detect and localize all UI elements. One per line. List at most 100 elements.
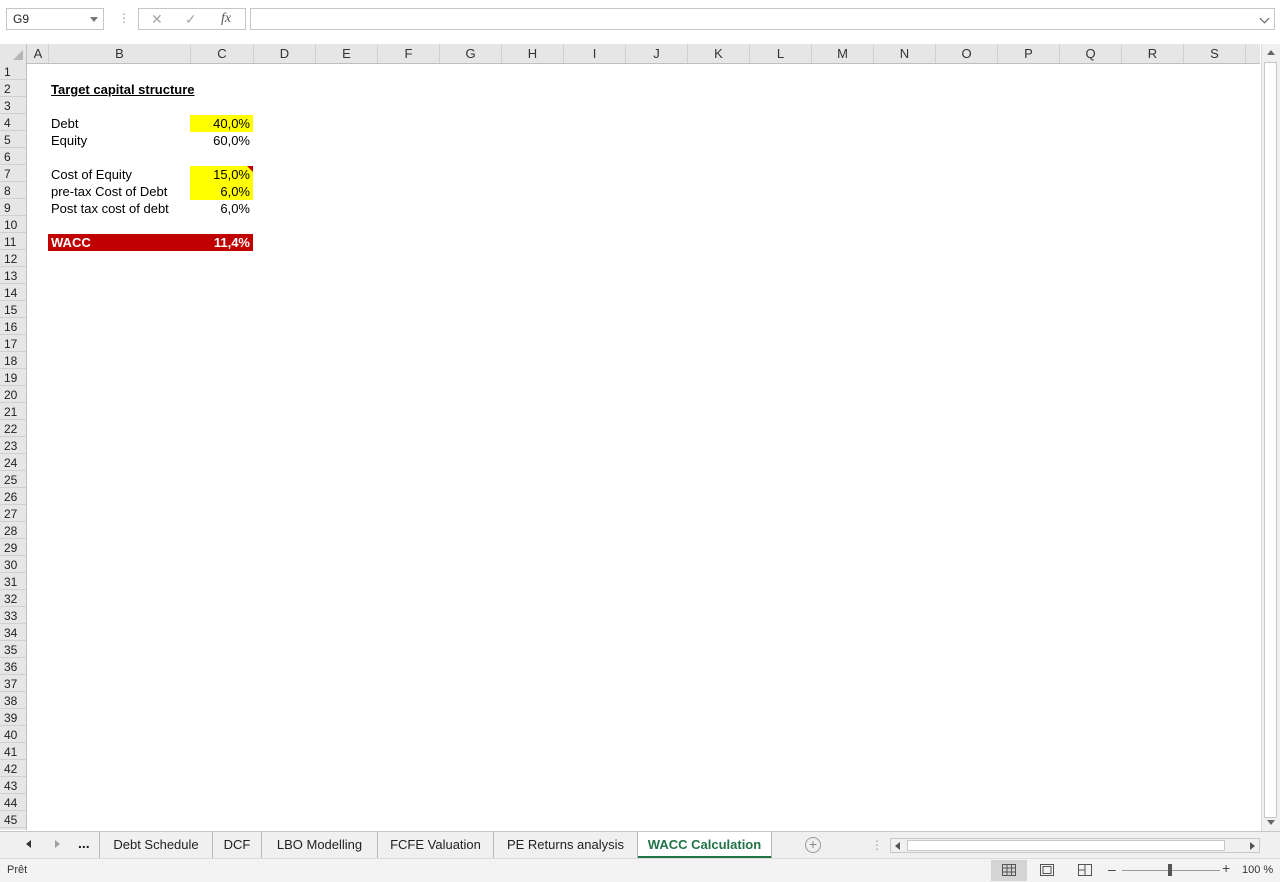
column-header-C[interactable]: C — [191, 44, 254, 63]
row-header-38[interactable]: 38 — [0, 692, 26, 709]
cell-B5[interactable]: Equity — [48, 132, 190, 149]
row-header-26[interactable]: 26 — [0, 488, 26, 505]
scroll-up-icon[interactable] — [1267, 50, 1275, 55]
row-header-40[interactable]: 40 — [0, 726, 26, 743]
previous-sheet-icon[interactable] — [26, 840, 31, 848]
sheet-tab-fcfe-valuation[interactable]: FCFE Valuation — [378, 832, 494, 858]
column-header-A[interactable]: A — [28, 44, 49, 63]
row-header-4[interactable]: 4 — [0, 114, 26, 131]
row-header-43[interactable]: 43 — [0, 777, 26, 794]
horizontal-scrollbar[interactable] — [890, 838, 1260, 853]
row-header-42[interactable]: 42 — [0, 760, 26, 777]
row-header-18[interactable]: 18 — [0, 352, 26, 369]
column-header-R[interactable]: R — [1122, 44, 1184, 63]
row-header-11[interactable]: 11 — [0, 233, 26, 250]
scroll-down-icon[interactable] — [1267, 820, 1275, 825]
cell-C8[interactable]: 6,0% — [190, 183, 253, 200]
sheet-tab-lbo-modelling[interactable]: LBO Modelling — [262, 832, 378, 858]
column-header-F[interactable]: F — [378, 44, 440, 63]
row-header-34[interactable]: 34 — [0, 624, 26, 641]
column-header-M[interactable]: M — [812, 44, 874, 63]
row-header-10[interactable]: 10 — [0, 216, 26, 233]
row-header-5[interactable]: 5 — [0, 131, 26, 148]
function-icon[interactable]: fx — [221, 11, 231, 27]
more-options-icon[interactable]: ⋮ — [118, 11, 130, 25]
row-header-7[interactable]: 7 — [0, 165, 26, 182]
row-header-16[interactable]: 16 — [0, 318, 26, 335]
chevron-down-icon[interactable] — [90, 17, 98, 22]
name-box[interactable]: G9 — [6, 8, 104, 30]
column-header-I[interactable]: I — [564, 44, 626, 63]
row-header-1[interactable]: 1 — [0, 63, 26, 80]
expand-formula-icon[interactable] — [1259, 13, 1270, 24]
row-header-17[interactable]: 17 — [0, 335, 26, 352]
cell-C5[interactable]: 60,0% — [190, 132, 253, 149]
cell-C9[interactable]: 6,0% — [190, 200, 253, 217]
row-header-2[interactable]: 2 — [0, 80, 26, 97]
more-sheets-button[interactable]: ... — [78, 835, 90, 851]
column-header-S[interactable]: S — [1184, 44, 1246, 63]
zoom-in-icon[interactable]: + — [1222, 860, 1230, 876]
cells-area[interactable]: Target capital structure Debt 40,0% Equi… — [28, 64, 1260, 830]
zoom-slider-thumb[interactable] — [1168, 864, 1172, 876]
row-header-14[interactable]: 14 — [0, 284, 26, 301]
sheet-tab-pe-returns-analysis[interactable]: PE Returns analysis — [494, 832, 638, 858]
row-header-30[interactable]: 30 — [0, 556, 26, 573]
column-header-K[interactable]: K — [688, 44, 750, 63]
row-header-23[interactable]: 23 — [0, 437, 26, 454]
cell-B4[interactable]: Debt — [48, 115, 190, 132]
add-sheet-icon[interactable]: + — [805, 837, 821, 853]
row-header-9[interactable]: 9 — [0, 199, 26, 216]
vertical-scrollbar[interactable] — [1261, 44, 1280, 831]
row-header-27[interactable]: 27 — [0, 505, 26, 522]
row-header-21[interactable]: 21 — [0, 403, 26, 420]
zoom-level[interactable]: 100 % — [1242, 864, 1273, 876]
column-header-L[interactable]: L — [750, 44, 812, 63]
normal-view-button[interactable] — [991, 860, 1027, 881]
cell-B9[interactable]: Post tax cost of debt — [48, 200, 190, 217]
column-header-P[interactable]: P — [998, 44, 1060, 63]
vertical-scroll-thumb[interactable] — [1264, 62, 1277, 818]
row-header-20[interactable]: 20 — [0, 386, 26, 403]
row-header-32[interactable]: 32 — [0, 590, 26, 607]
next-sheet-icon[interactable] — [55, 840, 60, 848]
column-header-E[interactable]: E — [316, 44, 378, 63]
row-header-13[interactable]: 13 — [0, 267, 26, 284]
row-header-12[interactable]: 12 — [0, 250, 26, 267]
cell-C7[interactable]: 15,0% — [190, 166, 253, 183]
zoom-out-icon[interactable]: – — [1108, 861, 1116, 877]
row-header-37[interactable]: 37 — [0, 675, 26, 692]
column-header-J[interactable]: J — [626, 44, 688, 63]
column-header-H[interactable]: H — [502, 44, 564, 63]
cell-B11[interactable]: WACC — [48, 234, 190, 251]
scroll-left-icon[interactable] — [895, 842, 900, 850]
row-header-31[interactable]: 31 — [0, 573, 26, 590]
row-header-28[interactable]: 28 — [0, 522, 26, 539]
sheet-tab-debt-schedule[interactable]: Debt Schedule — [100, 832, 213, 858]
row-header-25[interactable]: 25 — [0, 471, 26, 488]
page-layout-view-button[interactable] — [1029, 860, 1065, 881]
enter-icon[interactable]: ✓ — [185, 11, 197, 28]
column-header-O[interactable]: O — [936, 44, 998, 63]
row-header-24[interactable]: 24 — [0, 454, 26, 471]
tab-split-handle-icon[interactable]: ⋮ — [871, 838, 883, 852]
row-header-45[interactable]: 45 — [0, 811, 26, 828]
sheet-tab-wacc-calculation[interactable]: WACC Calculation — [638, 832, 772, 859]
row-header-29[interactable]: 29 — [0, 539, 26, 556]
sheet-tab-dcf[interactable]: DCF — [213, 832, 262, 858]
page-break-view-button[interactable] — [1067, 860, 1103, 881]
row-header-36[interactable]: 36 — [0, 658, 26, 675]
comment-indicator-icon[interactable] — [247, 166, 253, 172]
select-all-button[interactable] — [0, 44, 27, 63]
row-header-33[interactable]: 33 — [0, 607, 26, 624]
row-header-44[interactable]: 44 — [0, 794, 26, 811]
row-header-6[interactable]: 6 — [0, 148, 26, 165]
column-header-B[interactable]: B — [49, 44, 191, 63]
row-header-15[interactable]: 15 — [0, 301, 26, 318]
cancel-icon[interactable]: ✕ — [151, 11, 163, 28]
column-header-G[interactable]: G — [440, 44, 502, 63]
cell-C4[interactable]: 40,0% — [190, 115, 253, 132]
row-header-39[interactable]: 39 — [0, 709, 26, 726]
cell-C11[interactable]: 11,4% — [190, 234, 253, 251]
horizontal-scroll-thumb[interactable] — [907, 840, 1225, 851]
